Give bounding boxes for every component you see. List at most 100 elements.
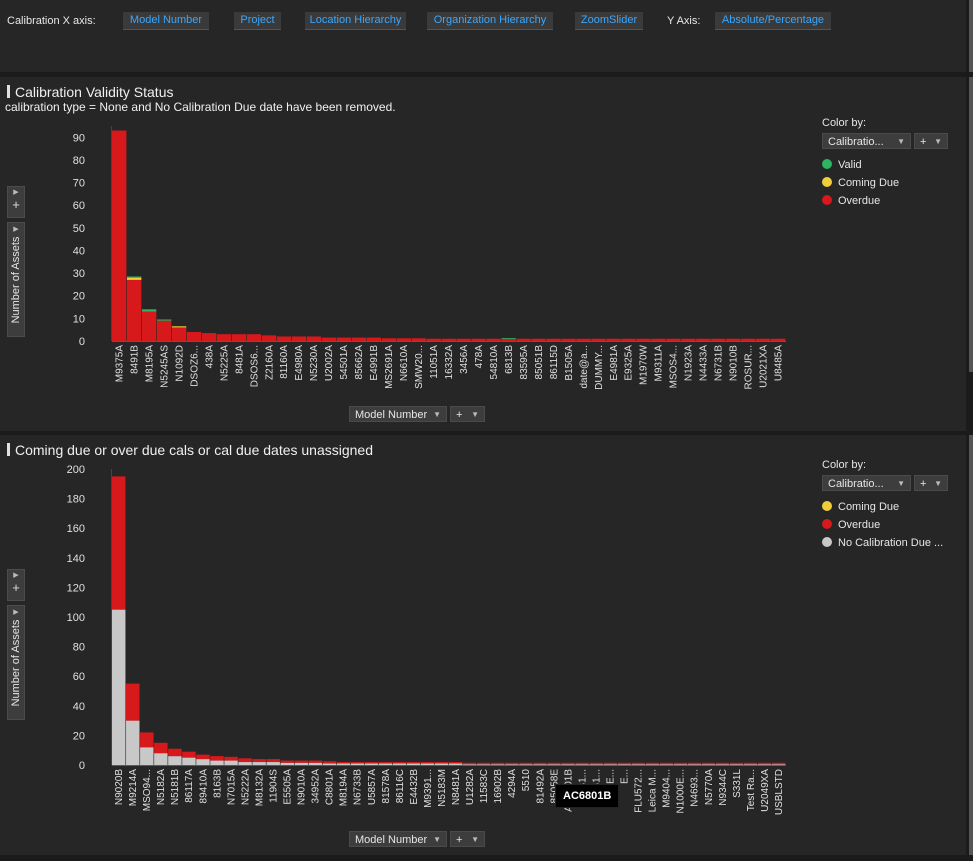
bar-segment[interactable] xyxy=(547,762,561,765)
bar-segment[interactable] xyxy=(743,762,758,765)
bar-segment[interactable] xyxy=(154,753,168,765)
bar-segment[interactable] xyxy=(426,338,441,341)
legend-item-overdue[interactable]: Overdue xyxy=(822,519,880,531)
legend-item-coming-due[interactable]: Coming Due xyxy=(822,501,899,513)
toolbar-scrollbar[interactable] xyxy=(969,0,973,72)
bar-segment[interactable] xyxy=(294,760,308,763)
bar-segment[interactable] xyxy=(291,336,307,341)
bar-segment[interactable] xyxy=(350,763,365,765)
bar-segment[interactable] xyxy=(471,338,486,341)
legend-item-coming-due[interactable]: Coming Due xyxy=(822,177,899,189)
bar-segment[interactable] xyxy=(533,762,547,765)
bar-segment[interactable] xyxy=(156,319,172,321)
bar-segment[interactable] xyxy=(306,336,322,341)
bar-segment[interactable] xyxy=(756,338,771,341)
bar-segment[interactable] xyxy=(238,758,252,763)
bar-segment[interactable] xyxy=(771,338,786,341)
bar-segment[interactable] xyxy=(434,763,449,765)
bar-segment[interactable] xyxy=(561,762,575,765)
bar-segment[interactable] xyxy=(216,334,232,341)
bar-segment[interactable] xyxy=(396,338,411,341)
model-number-button[interactable]: Model Number xyxy=(123,12,209,30)
bar-segment[interactable] xyxy=(486,338,501,341)
panel2-color-by-select[interactable]: Calibratio... ▼ xyxy=(822,475,911,491)
bar-segment[interactable] xyxy=(378,762,393,764)
panel2-scrollbar[interactable] xyxy=(969,435,973,855)
bar-segment[interactable] xyxy=(126,683,140,721)
bar-segment[interactable] xyxy=(547,764,561,766)
bar-segment[interactable] xyxy=(589,764,603,766)
panel1-color-by-add[interactable]: + ▼ xyxy=(914,133,948,149)
bar-segment[interactable] xyxy=(715,764,730,766)
bar-segment[interactable] xyxy=(196,759,210,765)
bar-segment[interactable] xyxy=(366,337,381,341)
panel1-color-by-select[interactable]: Calibratio... ▼ xyxy=(822,133,911,149)
bar-segment[interactable] xyxy=(321,337,337,341)
bar-segment[interactable] xyxy=(757,764,772,766)
bar-segment[interactable] xyxy=(603,764,617,766)
bar-segment[interactable] xyxy=(378,763,393,765)
bar-segment[interactable] xyxy=(631,764,645,766)
bar-segment[interactable] xyxy=(308,762,323,765)
bar-segment[interactable] xyxy=(463,762,477,765)
bar-segment[interactable] xyxy=(696,338,711,341)
bar-segment[interactable] xyxy=(210,756,224,761)
bar-segment[interactable] xyxy=(645,762,660,765)
bar-segment[interactable] xyxy=(741,338,756,341)
bar-segment[interactable] xyxy=(280,760,294,763)
bar-segment[interactable] xyxy=(252,759,266,763)
bar-segment[interactable] xyxy=(392,762,407,764)
bar-segment[interactable] xyxy=(673,764,688,766)
bar-segment[interactable] xyxy=(576,338,591,341)
bar-segment[interactable] xyxy=(336,763,351,765)
bar-segment[interactable] xyxy=(364,762,379,764)
bar-segment[interactable] xyxy=(171,326,187,328)
bar-segment[interactable] xyxy=(182,751,196,758)
bar-segment[interactable] xyxy=(231,334,247,341)
bar-segment[interactable] xyxy=(477,762,491,765)
bar-segment[interactable] xyxy=(154,742,168,754)
bar-segment[interactable] xyxy=(687,762,702,765)
bar-segment[interactable] xyxy=(171,327,187,341)
bar-segment[interactable] xyxy=(606,338,621,341)
bar-segment[interactable] xyxy=(687,764,702,766)
bar-segment[interactable] xyxy=(603,762,617,765)
bar-segment[interactable] xyxy=(308,760,323,763)
bar-segment[interactable] xyxy=(126,279,142,341)
bar-segment[interactable] xyxy=(659,762,674,765)
bar-segment[interactable] xyxy=(112,609,126,765)
bar-segment[interactable] xyxy=(666,338,681,341)
bar-segment[interactable] xyxy=(531,338,546,341)
location-hierarchy-button[interactable]: Location Hierarchy xyxy=(305,12,406,30)
coming-due-bar-chart[interactable]: 020406080100120140160180200N9020B M9214A M… xyxy=(0,455,820,830)
bar-segment[interactable] xyxy=(294,762,308,765)
bar-segment[interactable] xyxy=(575,764,589,766)
bar-segment[interactable] xyxy=(392,763,407,765)
bar-segment[interactable] xyxy=(406,762,421,764)
bar-segment[interactable] xyxy=(533,764,547,766)
bar-segment[interactable] xyxy=(126,720,140,765)
legend-item-no-calibration-due[interactable]: No Calibration Due ... xyxy=(822,537,943,549)
bar-segment[interactable] xyxy=(771,762,786,765)
bar-segment[interactable] xyxy=(141,309,157,312)
bar-segment[interactable] xyxy=(201,333,217,341)
bar-segment[interactable] xyxy=(126,276,142,278)
zoomslider-button[interactable]: ZoomSlider xyxy=(575,12,643,30)
bar-segment[interactable] xyxy=(322,761,337,764)
bar-segment[interactable] xyxy=(491,762,505,765)
bar-segment[interactable] xyxy=(729,764,744,766)
bar-segment[interactable] xyxy=(456,338,471,341)
bar-segment[interactable] xyxy=(351,337,367,341)
validity-bar-chart[interactable]: 0 10 20 30 40 50 60 70 80 90 M9375A 8491B M8195A N524… xyxy=(0,110,820,406)
bar-segment[interactable] xyxy=(441,338,456,341)
bar-segment[interactable] xyxy=(449,763,463,765)
bar-segment[interactable] xyxy=(112,476,126,610)
panel2-x-axis-add[interactable]: + ▼ xyxy=(450,831,485,847)
bar-segment[interactable] xyxy=(112,130,127,341)
bar-segment[interactable] xyxy=(561,338,576,341)
bar-segment[interactable] xyxy=(276,336,292,341)
bar-segment[interactable] xyxy=(280,762,294,765)
bar-segment[interactable] xyxy=(224,760,238,765)
bar-segment[interactable] xyxy=(449,762,463,764)
project-button[interactable]: Project xyxy=(234,12,281,30)
